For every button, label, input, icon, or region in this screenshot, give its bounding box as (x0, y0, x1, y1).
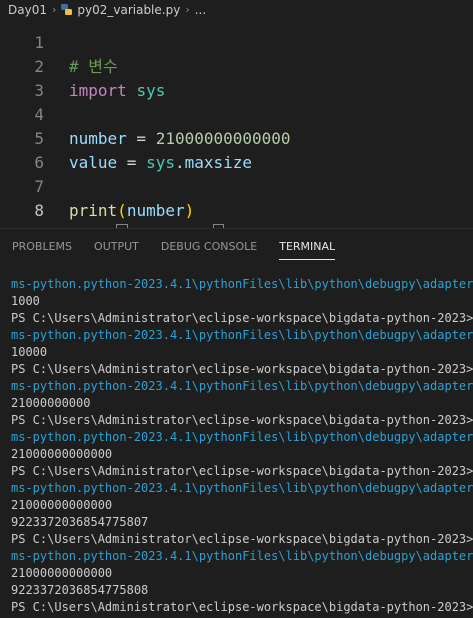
terminal-path-line: ms-python.python-2023.4.1\pythonFiles\li… (11, 277, 473, 291)
code-line: 4 number = 21000000000000 (0, 79, 473, 148)
terminal-path-line: ms-python.python-2023.4.1\pythonFiles\li… (11, 328, 473, 342)
terminal-output[interactable]: ms-python.python-2023.4.1\pythonFiles\li… (11, 276, 473, 616)
code-argument: number (126, 201, 185, 220)
code-line: 3 (0, 55, 473, 100)
terminal-output-line: 21000000000 (11, 396, 91, 410)
tab-terminal[interactable]: TERMINAL (279, 233, 335, 260)
breadcrumb: Day01 › py02_variable.py › ... (0, 0, 473, 19)
terminal-path-line: ms-python.python-2023.4.1\pythonFiles\li… (11, 549, 473, 563)
tab-output[interactable]: OUTPUT (94, 233, 139, 260)
terminal-path-line: ms-python.python-2023.4.1\pythonFiles\li… (11, 481, 473, 495)
terminal-output-line: 9223372036854775807 (11, 515, 149, 529)
terminal-output-line: 21000000000000 (11, 498, 113, 512)
tab-problems[interactable]: PROBLEMS (12, 233, 72, 260)
code-editor[interactable]: 1 # 변수 2 import sys 3 4 number = 2100000… (0, 19, 473, 228)
terminal-path-line: ms-python.python-2023.4.1\pythonFiles\li… (11, 430, 473, 444)
breadcrumb-folder[interactable]: Day01 (8, 3, 47, 17)
terminal-prompt-line: PS C:\Users\Administrator\eclipse-worksp… (11, 311, 473, 325)
tab-debug-console[interactable]: DEBUG CONSOLE (161, 233, 257, 260)
terminal-output-line: 21000000000000 (11, 447, 113, 461)
terminal-prompt-line: PS C:\Users\Administrator\eclipse-worksp… (11, 532, 473, 546)
code-line: 8 print(value + 1) (0, 175, 473, 228)
terminal-output-line: 21000000000000 (11, 566, 113, 580)
code-paren: ( (117, 201, 127, 220)
chevron-right-icon: › (51, 3, 57, 16)
terminal-output-line: 9223372036854775808 (11, 583, 149, 597)
terminal-output-line: 10000 (11, 345, 48, 359)
bottom-panel: PROBLEMS OUTPUT DEBUG CONSOLE TERMINAL m… (0, 228, 473, 618)
terminal-prompt-line: PS C:\Users\Administrator\eclipse-worksp… (11, 362, 473, 376)
terminal-prompt-line: PS C:\Users\Administrator\eclipse-worksp… (11, 464, 473, 478)
terminal-prompt-line: PS C:\Users\Administrator\eclipse-worksp… (11, 600, 473, 614)
code-line: 1 # 변수 (0, 19, 473, 76)
panel-tabs: PROBLEMS OUTPUT DEBUG CONSOLE TERMINAL (0, 229, 473, 263)
breadcrumb-more[interactable]: ... (195, 3, 206, 17)
code-paren: ) (184, 201, 195, 220)
chevron-right-icon: › (185, 3, 190, 16)
code-line: 7 print(number) (0, 151, 473, 220)
python-file-icon (61, 4, 73, 15)
code-line: 2 import sys (0, 31, 473, 100)
terminal-path-line: ms-python.python-2023.4.1\pythonFiles\li… (11, 379, 473, 393)
breadcrumb-file[interactable]: py02_variable.py (77, 3, 180, 17)
code-line: 6 (0, 127, 473, 172)
code-line: 5 value = sys.maxsize (0, 103, 473, 172)
code-function: print (69, 201, 118, 220)
line-number: 8 (34, 201, 44, 220)
terminal-output-line: 1000 (11, 294, 40, 308)
terminal-prompt-line: PS C:\Users\Administrator\eclipse-worksp… (11, 413, 473, 427)
